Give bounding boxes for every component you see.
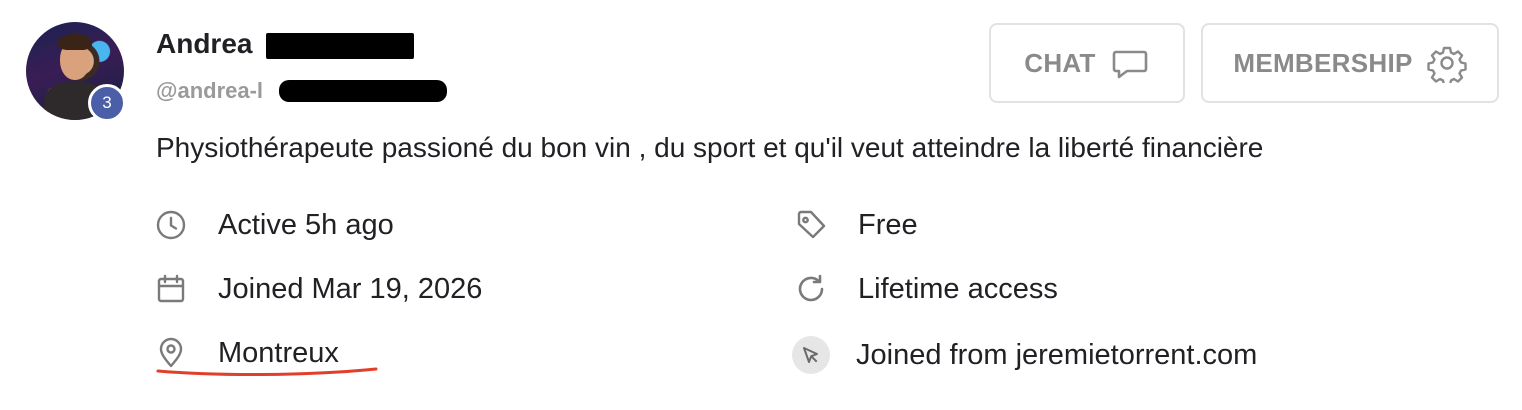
detail-joined-date: Joined Mar 19, 2026 xyxy=(154,272,482,306)
chat-bubble-icon xyxy=(1112,50,1148,79)
tag-icon xyxy=(794,208,828,242)
detail-active-text: Active 5h ago xyxy=(218,208,394,241)
calendar-icon xyxy=(154,272,188,306)
avatar-hair xyxy=(58,34,92,50)
clock-icon xyxy=(154,208,188,242)
level-badge: 3 xyxy=(88,84,126,122)
chat-button-label: CHAT xyxy=(1024,47,1096,78)
profile-bio: Physiothérapeute passioné du bon vin , d… xyxy=(156,132,1264,163)
chat-button[interactable]: CHAT xyxy=(989,23,1185,103)
detail-active: Active 5h ago xyxy=(154,208,394,242)
profile-handle: @andrea-l xyxy=(156,78,264,103)
profile-name: Andrea xyxy=(156,28,253,59)
detail-access-text: Lifetime access xyxy=(858,272,1058,305)
annotation-underline xyxy=(156,367,378,377)
detail-source: Joined from jeremietorrent.com xyxy=(792,336,1258,374)
membership-button-label: MEMBERSHIP xyxy=(1233,47,1413,78)
membership-button[interactable]: MEMBERSHIP xyxy=(1201,23,1499,103)
detail-access: Lifetime access xyxy=(794,272,1058,306)
gear-icon xyxy=(1426,46,1467,83)
name-redaction xyxy=(266,33,414,59)
detail-joined-date-text: Joined Mar 19, 2026 xyxy=(218,272,483,305)
cursor-icon xyxy=(792,336,830,374)
detail-plan-text: Free xyxy=(858,208,918,241)
detail-plan: Free xyxy=(794,208,918,242)
detail-source-text: Joined from jeremietorrent.com xyxy=(856,338,1258,371)
handle-redaction xyxy=(279,80,447,102)
refresh-icon xyxy=(794,272,828,306)
